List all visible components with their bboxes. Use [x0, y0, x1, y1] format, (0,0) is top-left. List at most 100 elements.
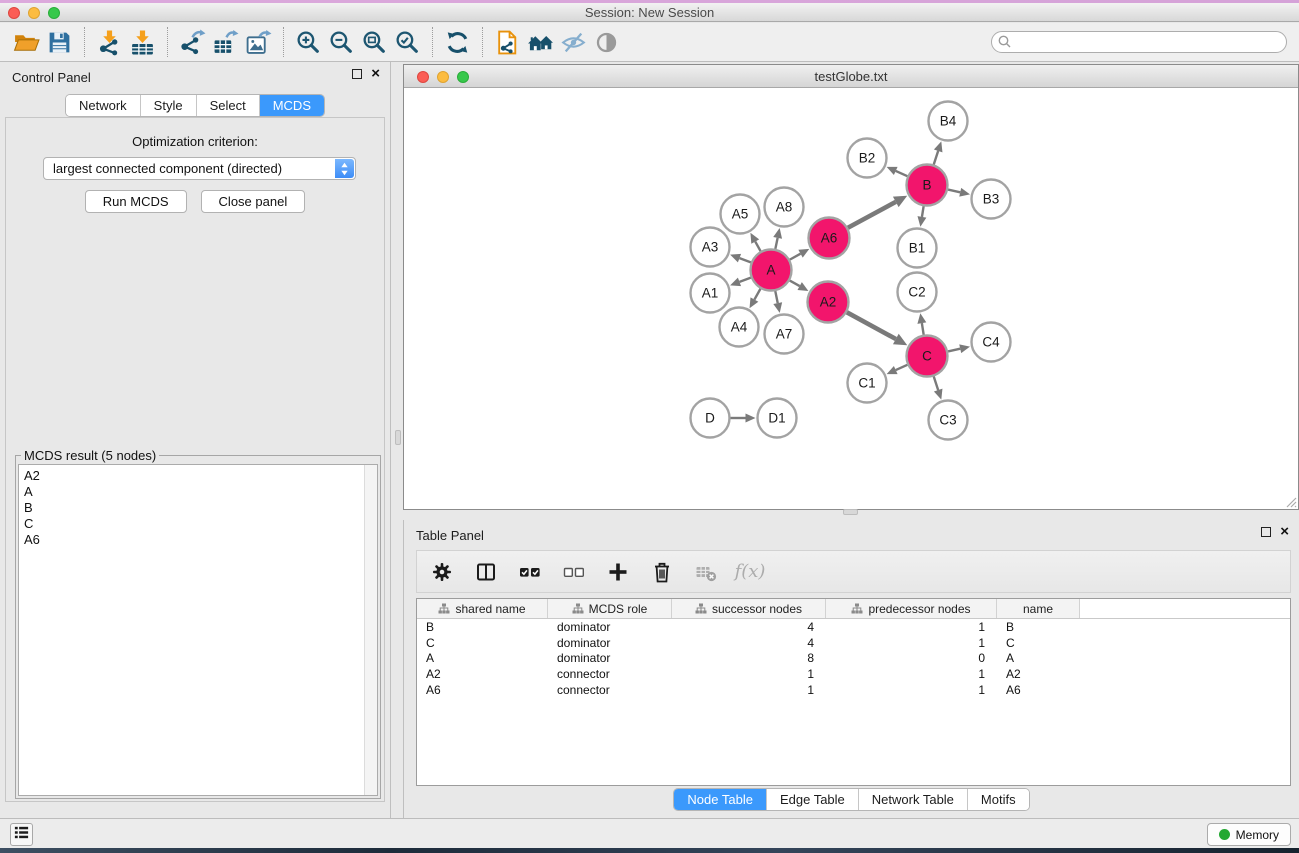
import-table-icon[interactable]: [126, 26, 159, 58]
table-cell[interactable]: 1: [826, 667, 997, 681]
graph-edge-C-C3[interactable]: [934, 376, 938, 390]
result-item[interactable]: A: [24, 484, 372, 500]
graph-node-C1[interactable]: C1: [848, 364, 887, 403]
window-resize-grip[interactable]: [1284, 495, 1297, 508]
table-row[interactable]: Cdominator41C: [417, 635, 1290, 651]
graph-node-C4[interactable]: C4: [972, 323, 1011, 362]
graph-node-B3[interactable]: B3: [972, 180, 1011, 219]
zoom-out-icon[interactable]: [325, 26, 358, 58]
graph-node-D[interactable]: D: [691, 399, 730, 438]
table-row[interactable]: Bdominator41B: [417, 619, 1290, 635]
export-table-icon[interactable]: [209, 26, 242, 58]
graph-node-D1[interactable]: D1: [758, 399, 797, 438]
graph-node-B2[interactable]: B2: [848, 139, 887, 178]
tab-network-table[interactable]: Network Table: [859, 789, 968, 810]
graph-node-A7[interactable]: A7: [765, 315, 804, 354]
horizontal-split-handle[interactable]: [395, 430, 401, 445]
graph-node-A2[interactable]: A2: [808, 282, 849, 323]
table-row[interactable]: A6connector11A6: [417, 682, 1290, 698]
table-cell[interactable]: 4: [672, 620, 826, 634]
table-cell[interactable]: connector: [548, 667, 672, 681]
column-layout-icon[interactable]: [473, 559, 499, 585]
tab-style[interactable]: Style: [141, 95, 197, 116]
graph-edge-C-C2[interactable]: [922, 323, 924, 335]
home-icon[interactable]: [524, 26, 557, 58]
graph-edge-B-B3[interactable]: [948, 190, 960, 193]
result-scrollbar[interactable]: [364, 465, 377, 795]
column-header-successor-nodes[interactable]: successor nodes: [672, 599, 826, 618]
show-all-icon[interactable]: [590, 26, 623, 58]
deselect-all-icon[interactable]: [561, 559, 587, 585]
table-cell[interactable]: C: [997, 636, 1080, 650]
graph-node-C3[interactable]: C3: [929, 401, 968, 440]
table-cell[interactable]: A6: [417, 683, 548, 697]
graph-node-C2[interactable]: C2: [898, 273, 937, 312]
graph-node-B1[interactable]: B1: [898, 229, 937, 268]
tab-network[interactable]: Network: [66, 95, 141, 116]
tab-node-table[interactable]: Node Table: [674, 789, 767, 810]
result-item[interactable]: C: [24, 516, 372, 532]
task-history-button[interactable]: [10, 823, 33, 846]
close-panel-button[interactable]: Close panel: [201, 190, 306, 213]
close-table-panel-icon[interactable]: ×: [1280, 527, 1289, 537]
table-cell[interactable]: 8: [672, 651, 826, 665]
table-cell[interactable]: B: [417, 620, 548, 634]
zoom-fit-icon[interactable]: [358, 26, 391, 58]
select-all-icon[interactable]: [517, 559, 543, 585]
result-item[interactable]: B: [24, 500, 372, 516]
table-cell[interactable]: dominator: [548, 636, 672, 650]
column-header-predecessor-nodes[interactable]: predecessor nodes: [826, 599, 997, 618]
gear-icon[interactable]: [429, 559, 455, 585]
table-cell[interactable]: A: [997, 651, 1080, 665]
result-item[interactable]: A2: [24, 468, 372, 484]
zoom-in-icon[interactable]: [292, 26, 325, 58]
graph-node-B[interactable]: B: [907, 165, 948, 206]
table-cell[interactable]: 4: [672, 636, 826, 650]
graph-edge-A-A2[interactable]: [790, 281, 800, 287]
graph-edge-C-C4[interactable]: [948, 349, 960, 352]
table-cell[interactable]: A6: [997, 683, 1080, 697]
table-cell[interactable]: 1: [672, 667, 826, 681]
graph-edge-C-C1[interactable]: [896, 365, 908, 370]
graph-node-A3[interactable]: A3: [691, 228, 730, 267]
graph-edge-B-B4[interactable]: [934, 151, 938, 165]
graph-node-A[interactable]: A: [751, 250, 792, 291]
export-image-icon[interactable]: [242, 26, 275, 58]
graph-node-C[interactable]: C: [907, 336, 948, 377]
apply-layout-icon[interactable]: [441, 26, 474, 58]
graph-edge-A-A1[interactable]: [739, 278, 750, 282]
graph-node-A5[interactable]: A5: [721, 195, 760, 234]
search-input[interactable]: [991, 31, 1287, 53]
table-cell[interactable]: dominator: [548, 651, 672, 665]
tab-mcds[interactable]: MCDS: [260, 95, 324, 116]
table-cell[interactable]: C: [417, 636, 548, 650]
graph-edge-A-A5[interactable]: [755, 242, 760, 252]
vertical-split-handle[interactable]: [843, 509, 858, 515]
graph-edge-A2-C[interactable]: [847, 312, 896, 339]
table-cell[interactable]: 1: [826, 636, 997, 650]
graph-node-A4[interactable]: A4: [720, 308, 759, 347]
graph-edge-A-A6[interactable]: [790, 254, 801, 260]
graph-edge-A6-B[interactable]: [848, 202, 896, 228]
graph-edge-A-A8[interactable]: [775, 238, 777, 249]
export-network-icon[interactable]: [176, 26, 209, 58]
memory-button[interactable]: Memory: [1207, 823, 1291, 846]
result-item[interactable]: A6: [24, 532, 372, 548]
hide-selected-icon[interactable]: [557, 26, 590, 58]
column-header-MCDS-role[interactable]: MCDS role: [548, 599, 672, 618]
tab-select[interactable]: Select: [197, 95, 260, 116]
table-cell[interactable]: connector: [548, 683, 672, 697]
graph-edge-B-B1[interactable]: [922, 206, 924, 217]
graph-edge-A-A3[interactable]: [739, 258, 750, 262]
network-canvas[interactable]: B4B2BB3A5A8A6A3B1AA1C2A2A4A7C4CC1DD1C3: [404, 88, 1298, 509]
table-cell[interactable]: 1: [672, 683, 826, 697]
table-row[interactable]: A2connector11A2: [417, 666, 1290, 682]
table-cell[interactable]: A: [417, 651, 548, 665]
table-cell[interactable]: B: [997, 620, 1080, 634]
float-table-panel-icon[interactable]: [1261, 527, 1271, 537]
table-cell[interactable]: 0: [826, 651, 997, 665]
table-row[interactable]: Adominator80A: [417, 650, 1290, 666]
run-mcds-button[interactable]: Run MCDS: [85, 190, 187, 213]
graph-node-A6[interactable]: A6: [809, 218, 850, 259]
graph-edge-A-A4[interactable]: [754, 289, 760, 300]
